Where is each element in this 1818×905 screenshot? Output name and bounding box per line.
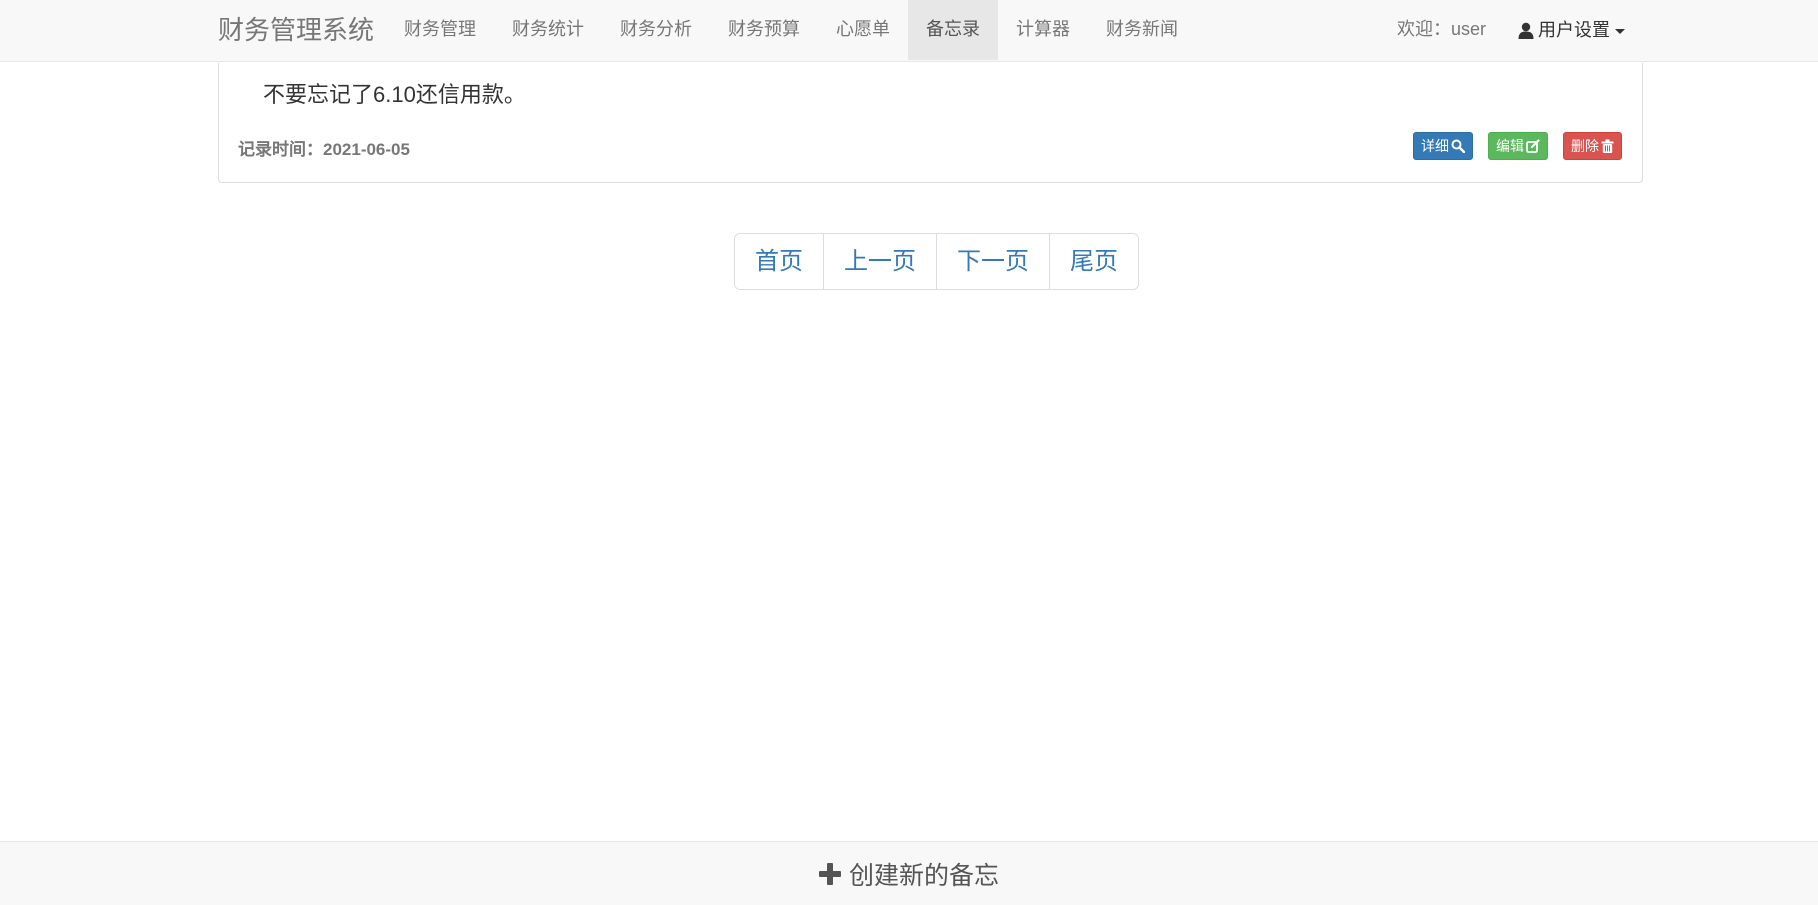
edit-button-label: 编辑 bbox=[1496, 138, 1524, 154]
memo-card: 不要忘记了6.10还信用款。 记录时间：2021-06-05 详细 编辑 删除 bbox=[218, 63, 1643, 183]
trash-icon bbox=[1601, 139, 1614, 153]
next-page-link[interactable]: 下一页 bbox=[936, 234, 1049, 289]
detail-button[interactable]: 详细 bbox=[1413, 132, 1473, 160]
nav-item-finance-budget[interactable]: 财务预算 bbox=[710, 0, 818, 60]
delete-button[interactable]: 删除 bbox=[1563, 132, 1622, 160]
welcome-text: 欢迎：user bbox=[1397, 19, 1487, 39]
first-page-link[interactable]: 首页 bbox=[735, 234, 823, 289]
delete-button-label: 删除 bbox=[1571, 138, 1599, 154]
memo-record-time: 记录时间：2021-06-05 bbox=[238, 140, 410, 159]
edit-icon bbox=[1526, 139, 1540, 153]
nav-item-finance-statistics[interactable]: 财务统计 bbox=[494, 0, 602, 60]
nav-item-finance-management[interactable]: 财务管理 bbox=[386, 0, 494, 60]
caret-down-icon bbox=[1615, 28, 1625, 34]
create-memo-button[interactable]: 创建新的备忘 bbox=[818, 842, 999, 905]
nav-item-finance-news[interactable]: 财务新闻 bbox=[1088, 0, 1196, 60]
bottom-bar: 创建新的备忘 bbox=[0, 841, 1818, 905]
plus-icon bbox=[818, 863, 841, 885]
memo-content: 不要忘记了6.10还信用款。 bbox=[263, 82, 526, 107]
top-navbar: 财务管理系统 财务管理 财务统计 财务分析 财务预算 心愿单 备忘录 计算器 财… bbox=[0, 0, 1818, 62]
create-memo-label: 创建新的备忘 bbox=[848, 862, 999, 890]
nav-item-memo[interactable]: 备忘录 bbox=[908, 0, 998, 60]
nav-item-calculator[interactable]: 计算器 bbox=[998, 0, 1088, 60]
edit-button[interactable]: 编辑 bbox=[1488, 132, 1548, 160]
main-nav: 财务管理 财务统计 财务分析 财务预算 心愿单 备忘录 计算器 财务新闻 bbox=[386, 0, 1196, 60]
app-brand[interactable]: 财务管理系统 bbox=[218, 0, 374, 60]
last-page-link[interactable]: 尾页 bbox=[1049, 234, 1138, 289]
detail-button-label: 详细 bbox=[1421, 138, 1449, 154]
user-icon bbox=[1518, 22, 1534, 39]
search-icon bbox=[1451, 139, 1465, 153]
pagination: 首页 上一页 下一页 尾页 bbox=[734, 233, 1139, 290]
nav-item-wishlist[interactable]: 心愿单 bbox=[818, 0, 908, 60]
user-settings-label: 用户设置 bbox=[1538, 20, 1610, 40]
prev-page-link[interactable]: 上一页 bbox=[823, 234, 936, 289]
nav-item-finance-analysis[interactable]: 财务分析 bbox=[602, 0, 710, 60]
user-settings-dropdown[interactable]: 用户设置 bbox=[1518, 0, 1625, 60]
